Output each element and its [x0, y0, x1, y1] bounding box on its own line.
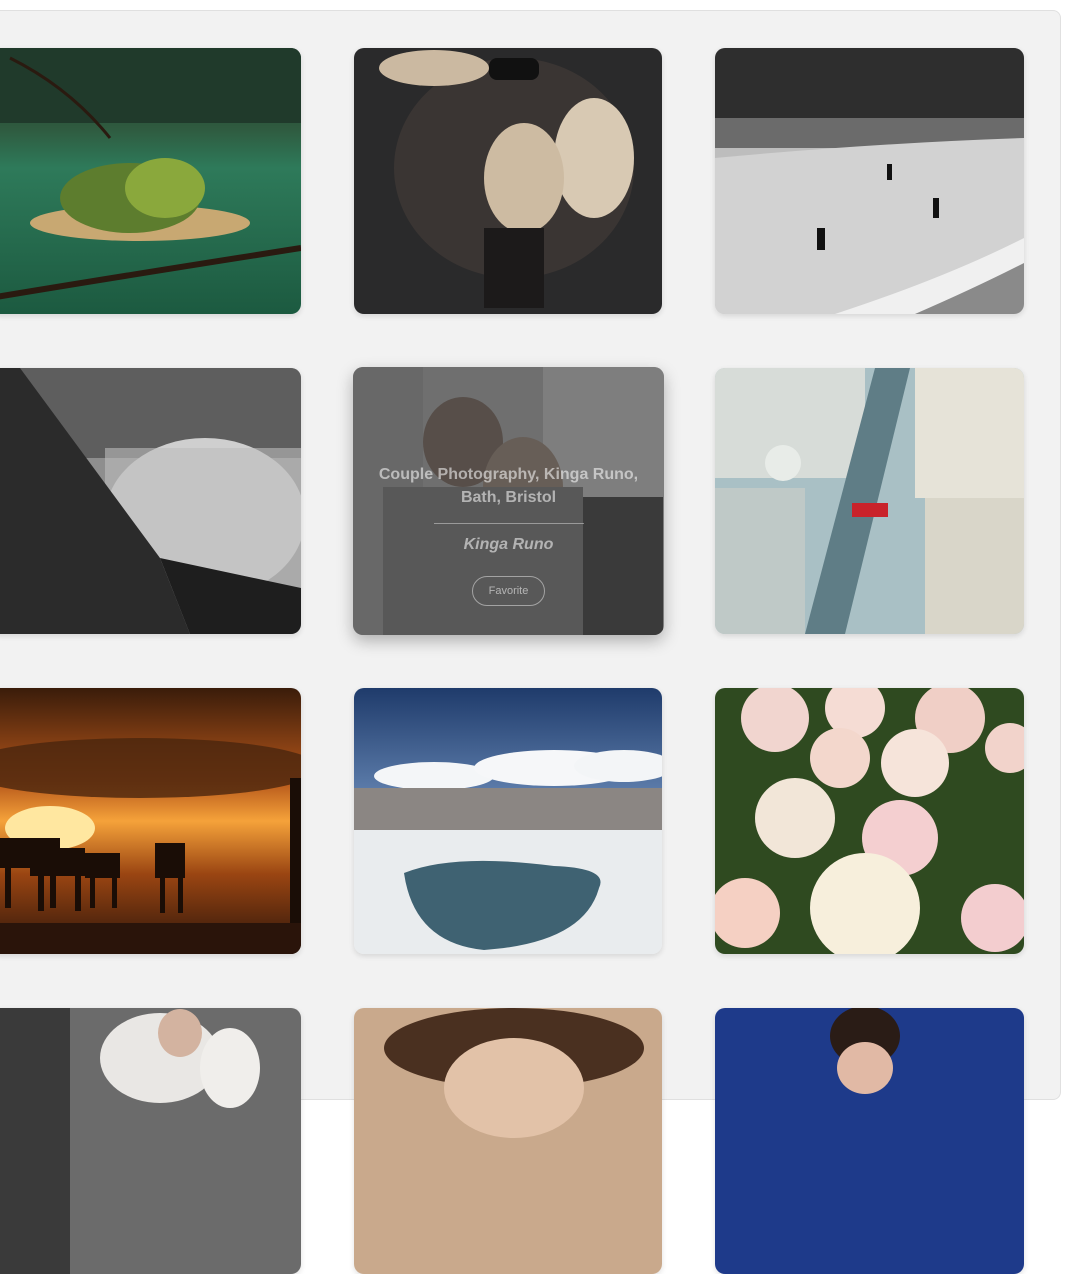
photo-card-lake-island[interactable]: [0, 48, 301, 314]
photo-fortress-wall: [0, 368, 301, 634]
photo-card-woman-white-coat[interactable]: [0, 1008, 301, 1274]
divider: [433, 523, 584, 524]
photo-title: Couple Photography, Kinga Runo, Bath, Br…: [378, 466, 639, 506]
photo-peonies: [715, 688, 1024, 954]
photo-card-beach-walkers[interactable]: [715, 48, 1024, 314]
photo-card-fortress-wall[interactable]: [0, 368, 301, 634]
photo-card-city-aerial[interactable]: [715, 368, 1024, 634]
photo-beach-walkers: [715, 48, 1024, 314]
photo-fur-coat-model: [354, 48, 662, 314]
photo-lake-island: [0, 48, 301, 314]
photo-card-couple[interactable]: Couple Photography, Kinga Runo, Bath, Br…: [353, 367, 664, 635]
photo-hover-overlay: Couple Photography, Kinga Runo, Bath, Br…: [353, 367, 664, 635]
photo-card-curly-hair-portrait[interactable]: [354, 1008, 662, 1274]
photo-city-aerial: [715, 368, 1024, 634]
photo-woman-white-coat: [0, 1008, 301, 1274]
photo-card-fur-coat-model[interactable]: [354, 48, 662, 314]
photo-curly-hair-portrait: [354, 1008, 662, 1274]
photo-author[interactable]: Kinga Runo: [464, 536, 554, 554]
favorite-button[interactable]: Favorite: [471, 576, 546, 606]
photo-card-blue-sky-portrait[interactable]: [715, 1008, 1024, 1274]
photo-sunset-horse-riders: [0, 688, 301, 954]
photo-card-salt-flat-pool[interactable]: [354, 688, 662, 954]
photo-card-peonies[interactable]: [715, 688, 1024, 954]
photo-card-sunset-horse-riders[interactable]: [0, 688, 301, 954]
photo-salt-flat-pool: [354, 688, 662, 954]
photo-blue-sky-portrait: [715, 1008, 1024, 1274]
